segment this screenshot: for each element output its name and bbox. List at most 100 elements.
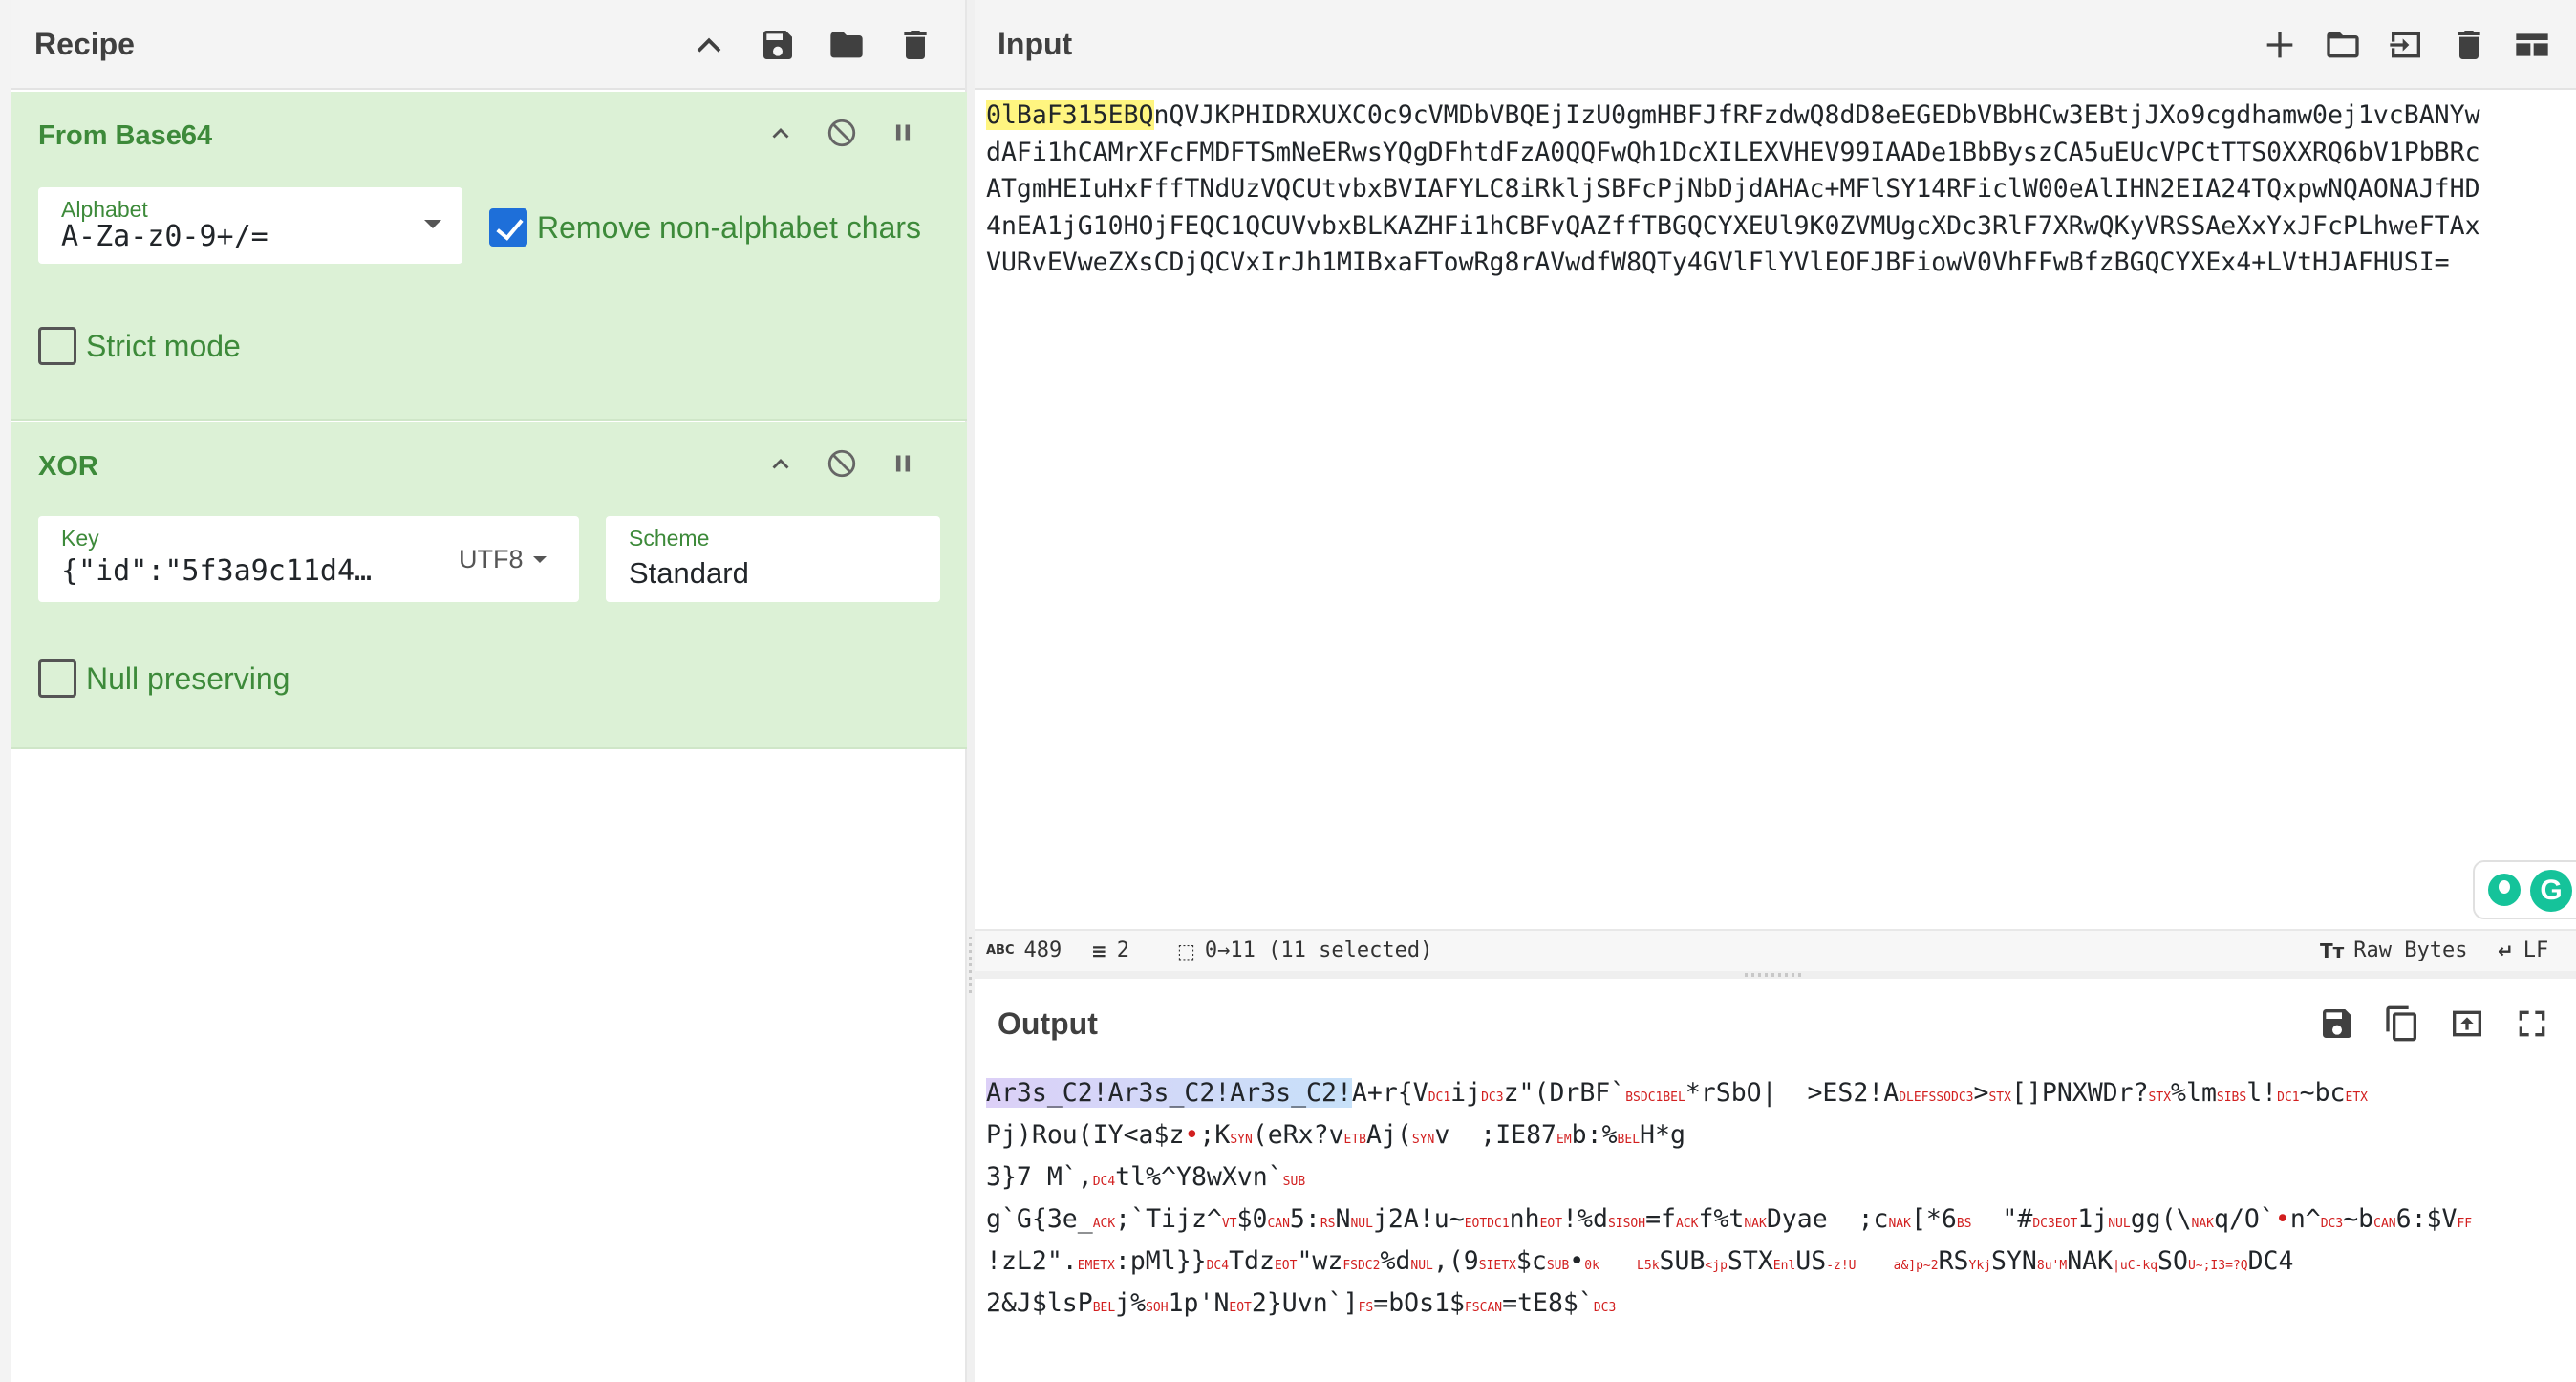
output-text-run: $c [1515,1246,1547,1276]
output-text-run: N [1335,1204,1351,1234]
abc-icon: ABC [986,943,1015,958]
output-text-run: ~bc [2299,1078,2346,1108]
output-text-run: Dyae ;c [1766,1204,1889,1234]
control-char: 0k L5k [1584,1259,1660,1273]
control-char: SYN [1411,1133,1435,1147]
import-file-icon[interactable] [2385,24,2427,66]
control-char: EOTDC1 [1464,1217,1510,1231]
output-text-run: 1j [2077,1204,2109,1234]
save-icon[interactable] [2316,1003,2358,1045]
plus-icon[interactable] [2259,24,2301,66]
control-char: DLEFSSODC3 [1899,1090,1974,1105]
input-status-bar: ABC 489 ≡ 2 ⬚ 0→11 (11 selected) Tт Raw … [975,929,2576,971]
output-line: Ar3s_C2!Ar3s_C2!Ar3s_C2!A+r{VDC1ijDC3z"(… [986,1074,2572,1116]
output-header: Output [975,979,2576,1069]
layout-icon[interactable] [2511,24,2553,66]
alphabet-label: Alphabet [61,197,148,222]
input-textarea[interactable]: 0lBaF315EBQnQVJKPHIDRXUXC0c9cVMDbVBQEjIz… [986,97,2572,282]
input-header: Input [975,0,2576,90]
save-icon[interactable] [757,24,799,66]
remove-non-alphabet-checkbox[interactable] [489,208,527,247]
control-char: -z!U a&]p~2 [1826,1259,1939,1273]
chevron-down-icon [533,556,547,563]
control-char: |uC-kq [2113,1259,2158,1273]
panel-splitter[interactable] [967,0,975,1382]
control-char: SISOH [1607,1217,1646,1231]
control-char: DC3 [2320,1217,2344,1231]
trash-icon[interactable] [894,24,936,66]
output-line: Pj)Rou(IY<a$z•;KSYN(eRx?vETBAj(SYNv ;IE8… [986,1116,2572,1158]
return-icon: ↵ [2498,939,2514,962]
output-text-run: %d [1380,1246,1411,1276]
output-line: 3}7 M`,DC4tl%^Y8wXvn`SUB [986,1158,2572,1200]
operation-title: From Base64 [38,120,213,151]
control-char: FSCAN [1464,1301,1503,1315]
strict-mode-checkbox[interactable] [38,327,76,365]
control-char: NUL [1350,1217,1373,1231]
control-char: NAK [2191,1217,2215,1231]
input-line: 4nEA1jG10HOjFEQC1QCUVvbxBLKAZHFi1hCBFvQA… [986,210,2480,241]
pause-icon[interactable] [887,117,919,149]
output-text-run: :pMl}} [1114,1246,1207,1276]
chevron-up-icon[interactable] [688,24,730,66]
output-text-run: > [1973,1078,1989,1108]
trash-icon[interactable] [2448,24,2490,66]
output-text-run: 6:$V [2395,1204,2458,1234]
output-text-run: tl%^Y8wXvn` [1115,1162,1283,1192]
output-text-run: NAK [2067,1246,2114,1276]
replace-input-icon[interactable] [2446,1003,2488,1045]
pause-icon[interactable] [887,447,919,480]
output-text-run: gg(\ [2130,1204,2192,1234]
output-line: g`G{3e_ACK;`Tijz^VT$0CAN5:RSNNULj2A!u~EO… [986,1200,2572,1242]
output-text-run: g`G{3e_ [986,1204,1093,1234]
output-text-run: • [1569,1246,1585,1276]
key-value: {"id":"5f3a9c11d4… [61,554,373,588]
output-text-run: [*6 [1910,1204,1957,1234]
folder-icon[interactable] [2322,24,2364,66]
control-char: RS [1320,1217,1336,1231]
copy-icon[interactable] [2381,1003,2423,1045]
alphabet-select[interactable]: Alphabet A-Za-z0-9+/= [38,187,462,264]
output-text-run: SYN [1991,1246,2037,1276]
control-char: CAN [1267,1217,1290,1231]
operation-from-base64: From Base64 Alphabet A-Za-z0-9+/= Remove… [11,92,967,421]
scheme-value: Standard [629,556,749,590]
scheme-label: Scheme [629,526,710,551]
char-count-value: 489 [1023,939,1063,962]
key-encoding-dropdown[interactable]: UTF8 [459,545,524,574]
control-char: • [2274,1204,2290,1234]
output-text-run: =f [1645,1204,1676,1234]
control-char: DC3 [1481,1090,1504,1105]
encoding-toggle[interactable]: Tт Raw Bytes [2320,939,2467,962]
output-text-run: nh [1509,1204,1540,1234]
output-text-run: %lm [2171,1078,2217,1108]
output-text-run: v ;IE87 [1434,1120,1557,1150]
text-format-icon: Tт [2320,939,2345,962]
disable-icon[interactable] [826,447,858,480]
control-char: SIBS [2216,1090,2247,1105]
scheme-select[interactable]: Scheme Standard [606,516,940,602]
folder-icon[interactable] [826,24,868,66]
chevron-up-icon[interactable] [764,117,797,149]
eol-toggle[interactable]: ↵ LF [2498,939,2548,962]
control-char: EM [1556,1133,1572,1147]
remove-non-alphabet-label: Remove non-alphabet chars [537,210,922,245]
chevron-up-icon[interactable] [764,447,797,480]
output-text-run: !zL2". [986,1246,1078,1276]
grammarly-widget[interactable]: G [2473,860,2576,919]
input-line-text: nQVJKPHIDRXUXC0c9cVMDbVBQEjIzU0gmHBFJfRF… [1153,100,2480,130]
io-splitter[interactable] [975,971,2576,979]
selection-info: ⬚ 0→11 (11 selected) [1177,939,1432,962]
key-input[interactable]: Key {"id":"5f3a9c11d4… UTF8 [38,516,579,602]
output-text-run: "wz [1297,1246,1343,1276]
maximize-icon[interactable] [2511,1003,2553,1045]
output-text-run: 1p'N [1168,1288,1230,1318]
recipe-header: Recipe [0,0,965,90]
output-textarea[interactable]: Ar3s_C2!Ar3s_C2!Ar3s_C2!A+r{VDC1ijDC3z"(… [986,1074,2572,1327]
control-char: DC1 [2277,1090,2300,1105]
input-line: dAFi1hCAMrXFcFMDFTSmNeERwsYQgDFhtdFzA0QQ… [986,137,2480,167]
recipe-title: Recipe [34,26,135,61]
disable-icon[interactable] [826,117,858,149]
control-char: BSDC1BEL [1625,1090,1685,1105]
null-preserving-checkbox[interactable] [38,659,76,698]
